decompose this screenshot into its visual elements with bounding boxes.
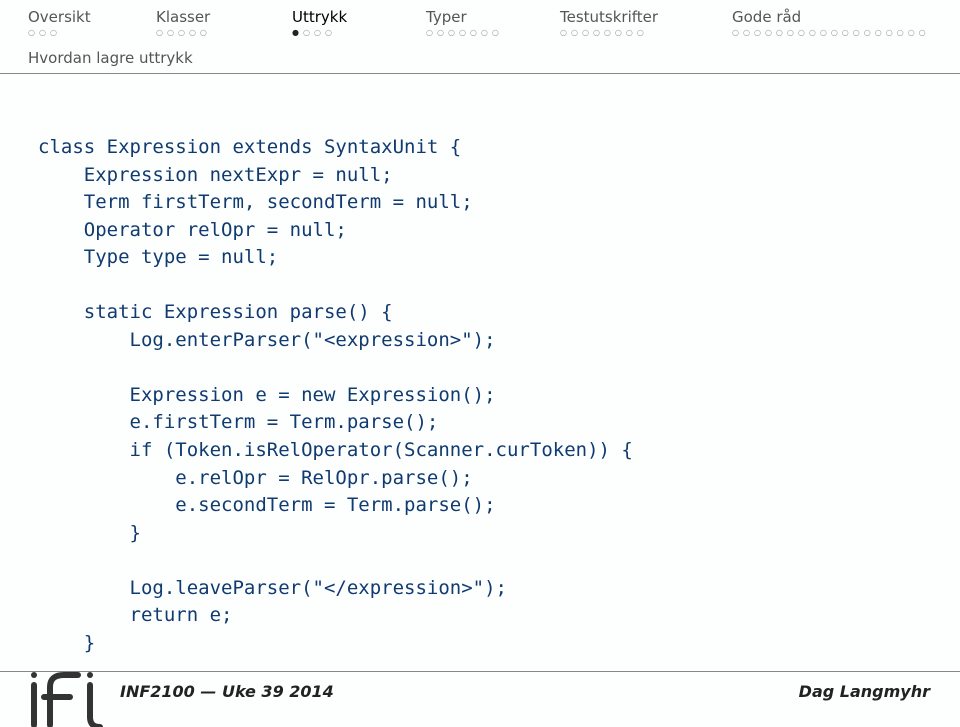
ifi-logo-icon [20,667,110,727]
code-line: } [38,522,141,544]
nav-tabs: Oversikt Klasser Uttrykk Typer Testutskr… [0,0,960,28]
nav-item-testutskrifter[interactable]: Testutskrifter [560,8,732,26]
footer-author: Dag Langmyhr [799,682,930,701]
nav-item-klasser[interactable]: Klasser [156,8,292,26]
code-line: e.firstTerm = Term.parse(); [38,411,438,433]
code-line: Expression nextExpr = null; [38,164,393,186]
code-line: Term firstTerm, secondTerm = null; [38,191,473,213]
nav-item-typer[interactable]: Typer [426,8,560,26]
code-line: if (Token.isRelOperator(Scanner.curToken… [38,439,633,461]
code-listing: class Expression extends SyntaxUnit { Ex… [0,74,960,657]
code-line: static Expression parse() { [38,301,393,323]
code-line: class Expression extends SyntaxUnit { [38,136,461,158]
progress-klasser: ○○○○○ [156,28,292,37]
footer-course: INF2100 — Uke 39 2014 [120,682,334,701]
slide-subtitle: Hvordan lagre uttrykk [0,47,960,73]
progress-typer: ○○○○○○○ [426,28,560,37]
code-line: e.relOpr = RelOpr.parse(); [38,467,473,489]
code-line: e.secondTerm = Term.parse(); [38,494,496,516]
progress-testutskrifter: ○○○○○○○○ [560,28,732,37]
progress-goderad: ○○○○○○○○○○○○○○○○○○ [732,28,902,37]
code-line: Log.leaveParser("</expression>"); [38,577,507,599]
code-line: } [38,632,95,654]
nav-item-oversikt[interactable]: Oversikt [28,8,156,26]
code-line: Log.enterParser("<expression>"); [38,329,496,351]
code-line: return e; [38,604,232,626]
footer: INF2100 — Uke 39 2014 Dag Langmyhr [0,671,960,719]
nav-item-goderad[interactable]: Gode råd [732,8,902,26]
progress-oversikt: ○○○ [28,28,156,37]
code-line: Operator relOpr = null; [38,219,347,241]
progress-uttrykk: ●○○○ [292,28,426,37]
nav-progress-row: ○○○ ○○○○○ ●○○○ ○○○○○○○ ○○○○○○○○ ○○○○○○○○… [0,28,960,47]
nav-item-uttrykk[interactable]: Uttrykk [292,8,426,26]
code-line: Expression e = new Expression(); [38,384,496,406]
code-line: Type type = null; [38,246,278,268]
